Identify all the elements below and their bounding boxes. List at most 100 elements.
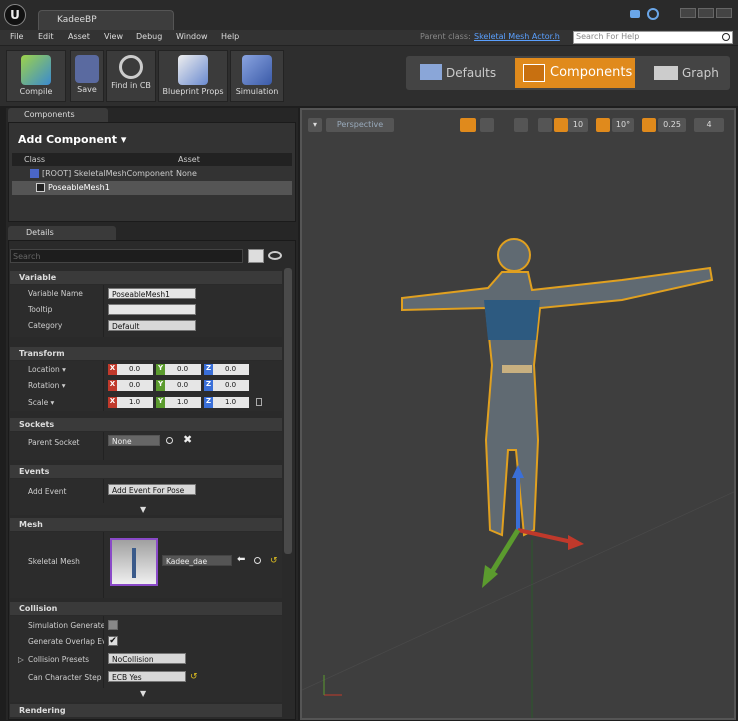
col-class[interactable]: Class (24, 155, 45, 164)
find-in-cb-button[interactable]: Find in CB (106, 50, 156, 102)
rotation-snap-icon[interactable] (596, 118, 610, 132)
step-up-label: Can Character Step U (28, 673, 104, 682)
rot-y-label: Y (156, 380, 165, 391)
grid-snap-icon[interactable] (538, 118, 552, 132)
mode-components[interactable]: Components (515, 58, 635, 88)
step-up-dropdown[interactable]: ECB Yes (108, 671, 186, 682)
variable-name-field[interactable]: PoseableMesh1 (108, 288, 196, 299)
scale-label[interactable]: Scale ▾ (28, 398, 54, 407)
mesh-thumbnail[interactable] (110, 538, 158, 586)
scale-y-field[interactable]: 1.0 (165, 397, 201, 408)
scale-snap-icon[interactable] (642, 118, 656, 132)
scale-x-field[interactable]: 1.0 (117, 397, 153, 408)
menu-view[interactable]: View (104, 32, 123, 41)
simulation-button[interactable]: Simulation (230, 50, 284, 102)
gizmo-y-axis[interactable] (489, 528, 521, 574)
browse-search-icon[interactable] (166, 437, 173, 444)
section-events[interactable]: Events (10, 465, 282, 478)
chat-icon[interactable] (630, 10, 640, 18)
refresh-icon[interactable] (647, 8, 659, 20)
grid-view-icon[interactable] (248, 249, 264, 263)
category-label: Category (28, 321, 63, 330)
translate-mode-icon[interactable] (460, 118, 476, 132)
find-label: Find in CB (111, 81, 151, 90)
details-scrollbar[interactable] (284, 268, 292, 554)
parent-socket-label: Parent Socket (28, 438, 80, 447)
viewport-options-button[interactable]: ▾ (308, 118, 322, 132)
search-icon[interactable] (722, 33, 730, 41)
rot-x-field[interactable]: 0.0 (117, 380, 153, 391)
section-transform[interactable]: Transform (10, 347, 282, 360)
world-local-icon[interactable] (480, 118, 494, 132)
expand-presets-icon[interactable]: ▷ (18, 655, 24, 664)
section-collision[interactable]: Collision (10, 602, 282, 615)
tooltip-field[interactable] (108, 304, 196, 315)
sim-generates-checkbox[interactable] (108, 620, 118, 630)
scale-z-field[interactable]: 1.0 (213, 397, 249, 408)
presets-dropdown[interactable]: NoCollision (108, 653, 186, 664)
collision-expand-icon[interactable]: ▼ (140, 689, 146, 698)
menu-help[interactable]: Help (221, 32, 239, 41)
add-component-button[interactable]: Add Component ▾ (18, 133, 126, 146)
tree-row-root[interactable]: [ROOT] SkeletalMeshComponent None (12, 167, 292, 181)
skeletal-mesh-dropdown[interactable]: Kadee_dae (162, 555, 232, 566)
blueprint-props-button[interactable]: Blueprint Props (158, 50, 228, 102)
surface-snap-icon[interactable] (514, 118, 528, 132)
section-mesh[interactable]: Mesh (10, 518, 282, 531)
mesh-figure-icon (132, 548, 136, 578)
help-search-input[interactable]: Search For Help (573, 31, 733, 44)
parent-class-link[interactable]: Skeletal Mesh Actor.h (474, 32, 560, 41)
details-tab[interactable]: Details (8, 226, 116, 240)
expand-arrow-icon[interactable]: ▼ (140, 505, 146, 514)
use-selected-arrow-icon[interactable]: ⬅ (237, 554, 245, 565)
details-search-input[interactable]: Search (10, 249, 243, 263)
loc-y-field[interactable]: 0.0 (165, 364, 201, 375)
category-dropdown[interactable]: Default (108, 320, 196, 331)
overlap-checkbox[interactable]: ✔ (108, 636, 118, 646)
perspective-button[interactable]: Perspective (326, 118, 394, 132)
compile-button[interactable]: Compile (6, 50, 66, 102)
toolbar: Compile Save Find in CB Blueprint Props … (0, 46, 738, 106)
menu-debug[interactable]: Debug (136, 32, 162, 41)
save-button[interactable]: Save (70, 50, 104, 102)
menu-asset[interactable]: Asset (68, 32, 90, 41)
step-reset-icon[interactable]: ↺ (190, 672, 198, 682)
mode-graph[interactable]: Graph (650, 60, 730, 86)
menu-file[interactable]: File (10, 32, 23, 41)
section-rendering[interactable]: Rendering (10, 704, 282, 717)
menu-window[interactable]: Window (176, 32, 208, 41)
location-label[interactable]: Location ▾ (28, 365, 66, 374)
rotation-snap-value[interactable]: 10° (612, 118, 634, 132)
rotation-label[interactable]: Rotation ▾ (28, 381, 66, 390)
add-event-dropdown[interactable]: Add Event For Pose (108, 484, 196, 495)
col-asset[interactable]: Asset (178, 155, 200, 164)
clear-x-icon[interactable]: ✖ (183, 433, 192, 446)
loc-x-field[interactable]: 0.0 (117, 364, 153, 375)
loc-z-field[interactable]: 0.0 (213, 364, 249, 375)
section-sockets[interactable]: Sockets (10, 418, 282, 431)
document-tab[interactable]: KadeeBP (38, 10, 174, 30)
gizmo-x-axis[interactable] (517, 528, 573, 544)
rot-y-field[interactable]: 0.0 (165, 380, 201, 391)
reset-arrow-icon[interactable]: ↺ (270, 556, 278, 566)
camera-speed-value[interactable]: 4 (694, 118, 724, 132)
mode-defaults[interactable]: Defaults (416, 60, 506, 86)
mesh-browse-icon[interactable] (254, 557, 261, 564)
maximize-button[interactable] (698, 8, 714, 18)
components-tab[interactable]: Components (8, 108, 108, 122)
scale-snap-value[interactable]: 0.25 (658, 118, 686, 132)
unreal-logo-icon[interactable]: U (4, 4, 26, 26)
parent-socket-field[interactable]: None (108, 435, 160, 446)
defaults-icon (420, 64, 442, 80)
grid-size-value[interactable]: 10 (568, 118, 588, 132)
lock-icon[interactable] (256, 398, 262, 406)
tree-row-poseable[interactable]: PoseableMesh1 (12, 181, 292, 195)
close-button[interactable] (716, 8, 732, 18)
grid-toggle-icon[interactable] (554, 118, 568, 132)
minimize-button[interactable] (680, 8, 696, 18)
eye-icon[interactable] (268, 251, 282, 260)
rot-z-field[interactable]: 0.0 (213, 380, 249, 391)
menu-edit[interactable]: Edit (38, 32, 54, 41)
section-variable[interactable]: Variable (10, 271, 282, 284)
viewport[interactable]: ▾ Perspective 10 10° 0.25 4 (300, 108, 736, 720)
